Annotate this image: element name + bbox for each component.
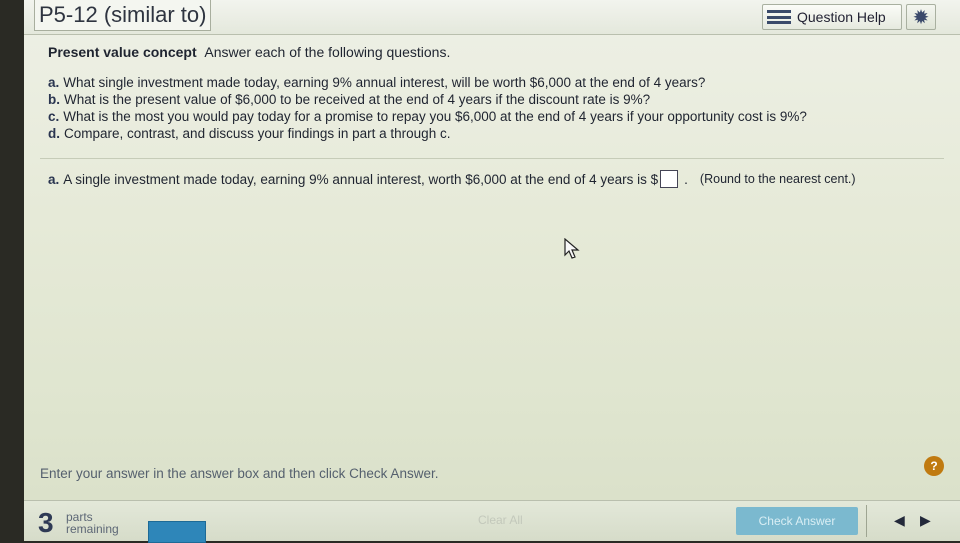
section-divider — [40, 158, 944, 159]
question-item-letter: d. — [48, 126, 60, 141]
question-text: Present value concept Answer each of the… — [48, 44, 938, 142]
question-help-label: Question Help — [797, 9, 886, 25]
answer-input[interactable] — [660, 170, 679, 188]
question-item-text: Compare, contrast, and discuss your find… — [64, 126, 451, 141]
question-item-letter: c. — [48, 109, 60, 124]
question-help-button[interactable]: Question Help — [762, 4, 902, 30]
parts-label-line2: remaining — [66, 522, 119, 536]
answer-letter: a. — [48, 171, 60, 187]
help-icon[interactable]: ? — [924, 456, 944, 476]
question-item-letter: b. — [48, 92, 60, 107]
instruction-text: Enter your answer in the answer box and … — [40, 466, 439, 481]
clear-all-button[interactable]: Clear All — [478, 513, 523, 527]
question-item-text: What is the most you would pay today for… — [63, 109, 807, 124]
question-item-d: d. Compare, contrast, and discuss your fi… — [48, 125, 938, 142]
answer-row: a. A single investment made today, earni… — [48, 170, 856, 188]
settings-button[interactable]: ✹ — [906, 4, 936, 30]
question-item-c: c. What is the most you would pay today f… — [48, 108, 938, 125]
rounding-note: (Round to the nearest cent.) — [699, 172, 856, 186]
check-answer-button[interactable]: Check Answer — [736, 507, 858, 535]
mouse-cursor-icon — [564, 237, 580, 265]
question-item-a: a. What single investment made today, ear… — [48, 74, 938, 91]
gear-icon: ✹ — [912, 6, 930, 29]
bottom-bar: 3 parts remaining Clear All Check Answer… — [24, 500, 960, 543]
next-question-icon[interactable]: ▶ — [920, 513, 931, 527]
previous-question-icon[interactable]: ◀ — [894, 513, 905, 527]
question-item-letter: a. — [48, 75, 60, 90]
nav-divider — [866, 505, 867, 537]
question-topic: Present value concept — [48, 44, 197, 60]
question-prompt: Answer each of the following questions. — [204, 44, 451, 60]
title-bar: P5-12 (similar to) Question Help ✹ — [24, 0, 960, 35]
question-intro: Present value concept Answer each of the… — [48, 44, 938, 60]
question-item-text: What is the present value of $6,000 to b… — [64, 92, 651, 107]
parts-remaining-label: parts remaining — [66, 511, 119, 535]
page-title: P5-12 (similar to) — [34, 0, 212, 31]
question-window: P5-12 (similar to) Question Help ✹ Prese… — [24, 0, 960, 543]
currency-symbol: $ — [650, 171, 659, 187]
parts-remaining-count: 3 — [38, 507, 54, 538]
list-icon — [767, 10, 791, 24]
question-item-text: What single investment made today, earni… — [63, 75, 706, 90]
answer-suffix: . — [684, 171, 688, 187]
question-item-b: b. What is the present value of $6,000 to… — [48, 91, 938, 108]
answer-text: A single investment made today, earning … — [63, 171, 647, 187]
